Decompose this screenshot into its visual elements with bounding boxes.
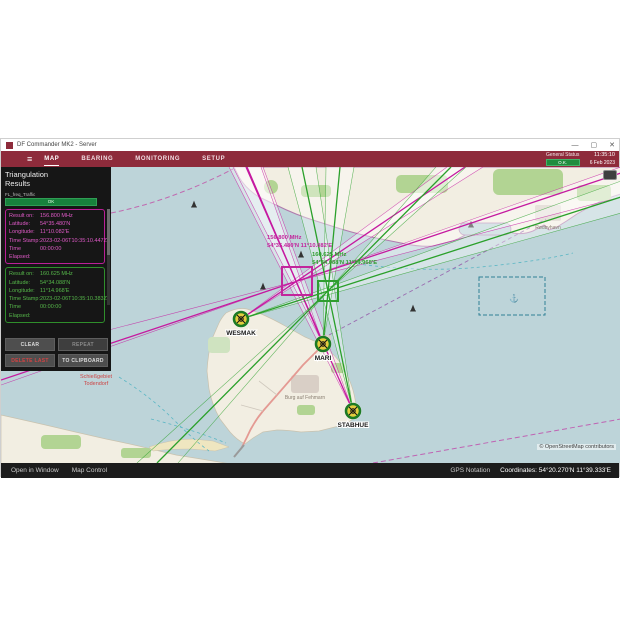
tab-monitoring[interactable]: MONITORING: [135, 152, 180, 166]
result-entry-magenta[interactable]: Result on:156.800 MHz Latitude:54°35.480…: [5, 209, 105, 265]
menubar: ≡ MAP BEARING MONITORING SETUP General S…: [1, 151, 619, 167]
station-label: STABHUE: [338, 422, 370, 429]
result-elapsed: 00:00:00: [40, 303, 61, 320]
panel-title: Triangulation Results: [5, 170, 75, 189]
panel-scrollbar[interactable]: [107, 209, 110, 305]
repeat-button[interactable]: REPEAT: [58, 338, 108, 351]
gps-notation-button[interactable]: GPS Notation: [450, 467, 490, 474]
app-window: DF Commander MK2 - Server — ▢ ✕ ≡ MAP BE…: [0, 138, 620, 477]
field-label: Result on:: [9, 270, 40, 278]
to-clipboard-button[interactable]: TO CLIPBOARD: [58, 354, 108, 367]
result-longitude: 11°10.082'E: [40, 228, 69, 236]
tab-setup[interactable]: SETUP: [202, 152, 225, 166]
map-canvas[interactable]: ⚓: [1, 167, 620, 463]
station-label: MARI: [315, 355, 332, 362]
panel-channel-label: FL_freq_Traffic: [5, 192, 108, 197]
minimize-icon[interactable]: —: [572, 142, 579, 149]
result-longitude: 11°14.968'E: [40, 287, 69, 295]
titlebar: DF Commander MK2 - Server — ▢ ✕: [1, 139, 619, 151]
clock-time: 11:35:10: [594, 152, 615, 158]
result-frequency: 156.800 MHz: [40, 212, 73, 220]
general-status-badge[interactable]: O.K.: [546, 159, 580, 166]
open-in-window-button[interactable]: Open in Window: [11, 467, 59, 474]
general-status-label: General Status: [546, 152, 579, 158]
field-label: Time Elapsed:: [9, 245, 40, 262]
result-elapsed: 00:00:00: [40, 245, 61, 262]
delete-last-button[interactable]: DELETE LAST: [5, 354, 55, 367]
svg-text:156.800 MHz: 156.800 MHz: [267, 235, 302, 241]
svg-text:54°34.088'N 11°14.968'E: 54°34.088'N 11°14.968'E: [312, 260, 377, 266]
clock-date: 6 Feb 2023: [590, 160, 615, 166]
field-label: Time Stamp:: [9, 295, 40, 303]
cursor-coordinates: Coordinates: 54°20.270'N 11°39.333'E: [500, 467, 611, 474]
maximize-icon[interactable]: ▢: [591, 142, 598, 149]
field-label: Latitude:: [9, 279, 40, 287]
town-label-rodby: Rødbyhavn: [535, 225, 561, 231]
app-icon: [6, 142, 13, 149]
field-label: Time Elapsed:: [9, 303, 40, 320]
field-label: Longitude:: [9, 287, 40, 295]
map-control-button[interactable]: Map Control: [72, 467, 107, 474]
svg-text:54°35.480'N 11°10.082'E: 54°35.480'N 11°10.082'E: [267, 243, 332, 249]
town-label-burg: Burg auf Fehmarn: [285, 395, 326, 401]
tab-bearing[interactable]: BEARING: [81, 152, 113, 166]
station-label: WESMAK: [226, 330, 256, 337]
osm-attribution[interactable]: © OpenStreetMap contributors: [537, 444, 616, 450]
clear-button[interactable]: CLEAR: [5, 338, 55, 351]
map-overlay-button[interactable]: [603, 170, 617, 180]
field-label: Time Stamp:: [9, 237, 40, 245]
station-marker-mari[interactable]: MARI: [315, 336, 332, 363]
result-timestamp: 2023-02-06T10:35:10.383Z: [40, 295, 107, 303]
result-frequency: 160.625 MHz: [40, 270, 73, 278]
firing-area-label-line1: Schießgebiet: [80, 374, 113, 380]
statusbar: Open in Window Map Control GPS Notation …: [1, 463, 619, 478]
desktop: DF Commander MK2 - Server — ▢ ✕ ≡ MAP BE…: [0, 0, 620, 620]
window-title: DF Commander MK2 - Server: [17, 142, 97, 148]
triangulation-panel: Triangulation Results FL_freq_Traffic OK…: [1, 167, 111, 371]
anchor-icon: ⚓: [509, 293, 519, 303]
result-latitude: 54°35.480'N: [40, 220, 70, 228]
svg-text:160.625 MHz: 160.625 MHz: [312, 252, 347, 258]
land-mainland: [1, 415, 244, 463]
result-latitude: 54°34.088'N: [40, 279, 70, 287]
field-label: Longitude:: [9, 228, 40, 236]
close-icon[interactable]: ✕: [609, 142, 615, 149]
field-label: Result on:: [9, 212, 40, 220]
hamburger-menu-icon[interactable]: ≡: [27, 155, 32, 164]
field-label: Latitude:: [9, 220, 40, 228]
result-timestamp: 2023-02-06T10:35:10.447Z: [40, 237, 107, 245]
result-entry-green[interactable]: Result on:160.625 MHz Latitude:54°34.088…: [5, 267, 105, 323]
tab-map[interactable]: MAP: [44, 152, 59, 166]
firing-area-label-line2: Todendorf: [84, 381, 109, 387]
panel-status-badge: OK: [5, 198, 97, 206]
